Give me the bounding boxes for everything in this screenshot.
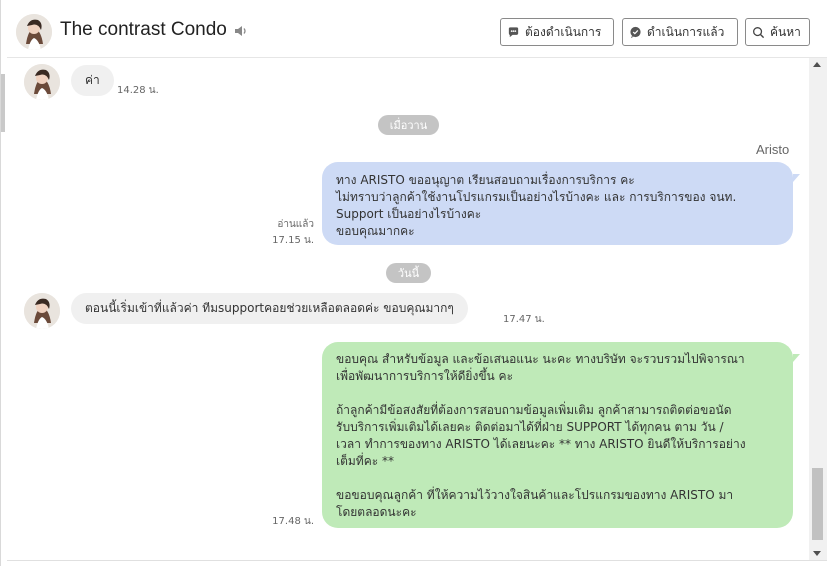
bubble-tail (793, 174, 800, 182)
chat-window: The contrast Condo ต้องดำเนินการ ดำเนินก… (0, 0, 829, 566)
search-icon (753, 26, 765, 38)
bubble-tail (793, 354, 800, 362)
search-button-label: ค้นหา (770, 24, 801, 39)
message-line: Support เป็นอย่างไรบ้างคะ (336, 207, 482, 221)
message-line: โดยตลอดนะคะ (336, 505, 417, 519)
avatar-image (16, 14, 52, 50)
message-line: เพื่อพัฒนาการบริการให้ดียิ่งขึ้น คะ (336, 369, 514, 383)
message-bubble[interactable]: ทาง ARISTO ขออนุญาต เรียนสอบถามเรื่องการ… (322, 162, 793, 245)
message-time: 17.47 น. (503, 314, 545, 325)
message-line (336, 385, 779, 402)
read-status: อ่านแล้ว (277, 219, 314, 230)
message-line: ไม่ทราบว่าลูกค้าใช้งานโปรแกรมเป็นอย่างไร… (336, 190, 737, 204)
message-line: เต็มที่คะ ** (336, 454, 395, 468)
done-button-label: ดำเนินการแล้ว (647, 24, 725, 39)
message-bubble[interactable]: ขอบคุณ สำหรับข้อมูล และข้อเสนอแนะ นะคะ ท… (322, 342, 793, 528)
done-button[interactable]: ดำเนินการแล้ว (622, 18, 738, 46)
left-edge-scroll-indicator (1, 74, 5, 132)
message-text: ค่า (85, 73, 100, 87)
avatar-image (24, 293, 60, 329)
sender-name: Aristo (756, 142, 790, 157)
message-line (336, 470, 779, 487)
message-line: ขอขอบคุณลูกค้า ที่ให้ความไว้วางใจสินค้าแ… (336, 488, 734, 502)
avatar-image (24, 64, 60, 100)
message-list[interactable]: ค่า 14.28 น. เมื่อวาน Aristo ทาง ARISTO … (7, 58, 809, 560)
divider (7, 560, 827, 561)
scroll-thumb[interactable] (812, 468, 823, 540)
chat-check-icon (630, 26, 641, 38)
message-line: เวลา ทำการของทาง ARISTO ได้เลยนะคะ ** ทา… (336, 437, 746, 451)
day-separator: เมื่อวาน (378, 115, 439, 135)
search-button[interactable]: ค้นหา (745, 18, 810, 46)
todo-button-label: ต้องดำเนินการ (525, 24, 602, 39)
speaker-icon[interactable] (233, 23, 249, 39)
message-line: ถ้าลูกค้ามีข้อสงสัยที่ต้องการสอบถามข้อมู… (336, 403, 732, 417)
message-line: ขอบคุณมากคะ (336, 224, 415, 238)
chat-header: The contrast Condo ต้องดำเนินการ ดำเนินก… (7, 6, 827, 58)
message-line: ขอบคุณ สำหรับข้อมูล และข้อเสนอแนะ นะคะ ท… (336, 352, 745, 366)
chat-title: The contrast Condo (60, 19, 227, 40)
chat-scrollbar[interactable] (809, 58, 827, 560)
message-text: ตอนนี้เริ่มเข้าที่แล้วค่า ทีมsupportคอยช… (85, 301, 454, 315)
scroll-down-arrow-icon[interactable] (813, 551, 821, 556)
chat-bubble-icon (508, 26, 519, 37)
message-time: 14.28 น. (117, 85, 159, 96)
scroll-up-arrow-icon[interactable] (813, 62, 821, 67)
avatar[interactable] (24, 293, 60, 329)
message-bubble[interactable]: ค่า (71, 65, 114, 96)
avatar[interactable] (16, 14, 52, 50)
todo-button[interactable]: ต้องดำเนินการ (500, 18, 614, 46)
avatar[interactable] (24, 64, 60, 100)
message-line: รับบริการเพิ่มเติมได้เลยคะ ติดต่อมาได้ที… (336, 420, 724, 434)
day-separator: วันนี้ (386, 263, 431, 283)
message-time: 17.48 น. (272, 516, 314, 527)
message-time: 17.15 น. (272, 235, 314, 246)
message-bubble[interactable]: ตอนนี้เริ่มเข้าที่แล้วค่า ทีมsupportคอยช… (71, 293, 468, 324)
message-line: ทาง ARISTO ขออนุญาต เรียนสอบถามเรื่องการ… (336, 173, 635, 187)
